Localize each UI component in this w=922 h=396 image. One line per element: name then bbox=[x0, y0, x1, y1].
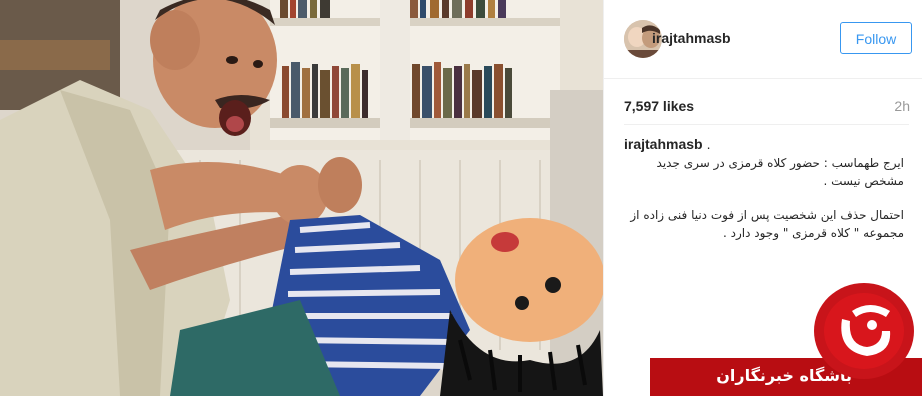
header-username[interactable]: irajtahmasb bbox=[652, 30, 731, 46]
caption-gap bbox=[624, 190, 904, 206]
post-timestamp[interactable]: 2h bbox=[894, 98, 910, 114]
divider bbox=[624, 124, 909, 125]
likes-count[interactable]: 7,597 likes bbox=[624, 98, 694, 114]
post-header: irajtahmasb Follow bbox=[604, 0, 922, 79]
post-image bbox=[0, 0, 603, 396]
post-caption: irajtahmasb. ایرج طهماسب : حضور کلاه قرم… bbox=[624, 136, 904, 242]
follow-button[interactable]: Follow bbox=[840, 22, 912, 54]
caption-line: مشخص نیست . bbox=[823, 174, 904, 188]
caption-line: احتمال حذف این شخصیت پس از فوت دنیا فنی … bbox=[630, 208, 904, 222]
caption-dot: . bbox=[706, 136, 711, 152]
caption-line: مجموعه " کلاه قرمزی " وجود دارد . bbox=[723, 226, 904, 240]
caption-username[interactable]: irajtahmasb bbox=[624, 136, 703, 152]
logo-emblem-icon bbox=[814, 283, 914, 379]
caption-line: ایرج طهماسب : حضور کلاه قرمزی در سری جدی… bbox=[656, 156, 904, 170]
watermark-logo: باشگاه خبرنگاران bbox=[650, 281, 922, 396]
post-photo[interactable] bbox=[0, 0, 603, 396]
